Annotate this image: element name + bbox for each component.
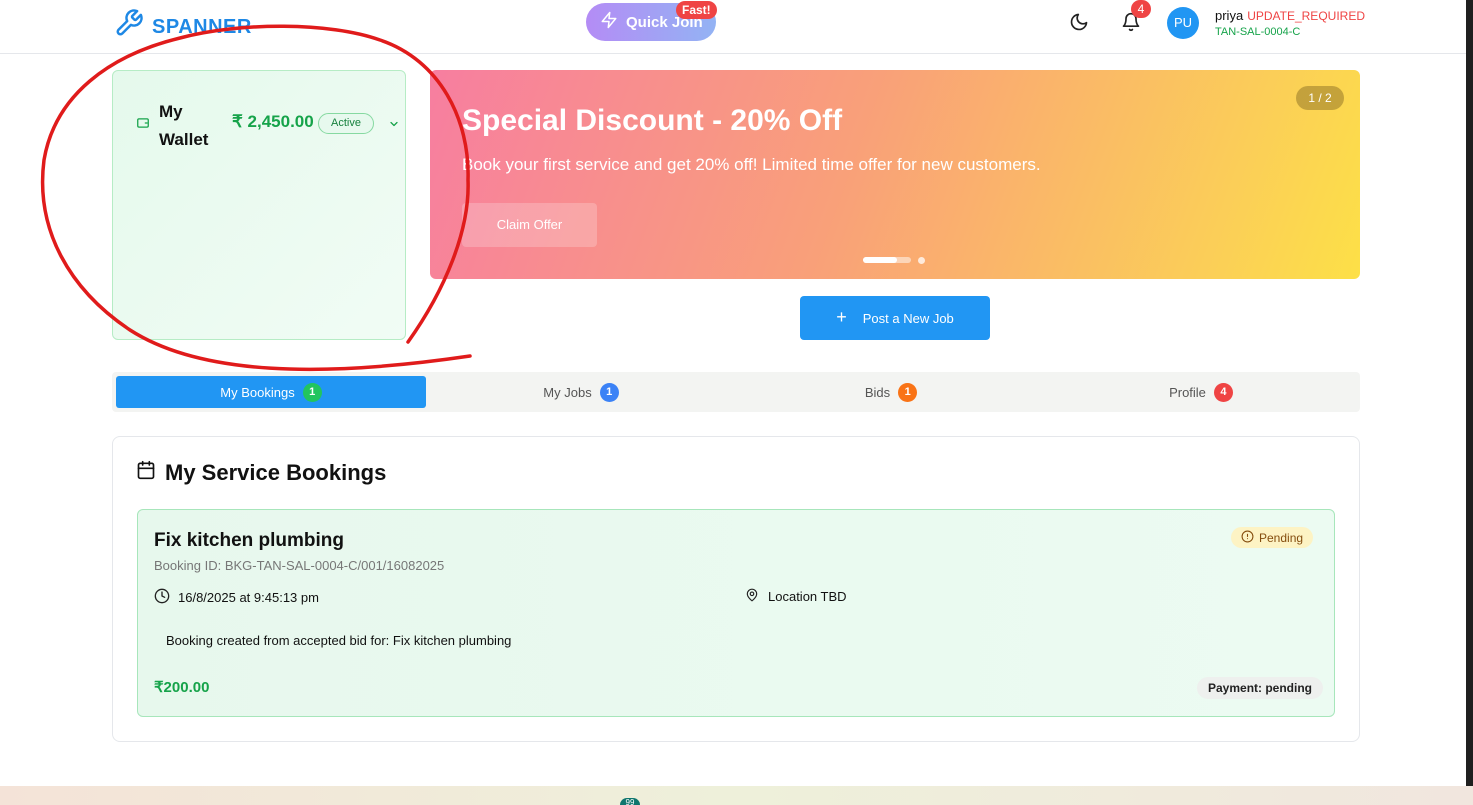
tab-count-badge: 1 — [599, 382, 619, 402]
booking-location-text: Location TBD — [768, 589, 847, 604]
slide-counter: 1 / 2 — [1296, 86, 1344, 110]
section-title-text: My Service Bookings — [165, 460, 387, 485]
tab-profile[interactable]: Profile 4 — [1046, 376, 1356, 408]
calendar-icon — [136, 460, 156, 486]
clock-icon — [154, 588, 170, 607]
fast-badge: Fast! — [676, 1, 717, 19]
booking-title: Fix kitchen plumbing — [154, 530, 345, 551]
taskbar-badge: 99 — [620, 798, 640, 805]
slide-indicator-2[interactable] — [918, 257, 925, 264]
wrench-icon — [114, 8, 144, 43]
booking-price: ₹200.00 — [154, 679, 210, 696]
slide-indicator-1[interactable] — [863, 257, 911, 263]
claim-offer-button[interactable]: Claim Offer — [462, 203, 597, 247]
notification-count-badge: 4 — [1131, 0, 1151, 18]
wallet-icon — [136, 116, 150, 135]
user-status: UPDATE_REQUIRED — [1247, 9, 1365, 23]
wallet-amount: ₹ 2,450.00 — [232, 112, 314, 131]
booking-description: Booking created from accepted bid for: F… — [166, 633, 512, 648]
scrollbar[interactable] — [1466, 0, 1473, 786]
user-code: TAN-SAL-0004-C — [1215, 26, 1301, 38]
user-name-line: priya UPDATE_REQUIRED — [1215, 8, 1365, 23]
tab-label: My Jobs — [543, 384, 592, 400]
os-taskbar — [0, 786, 1473, 805]
logo-text: SPANNER — [152, 16, 252, 38]
tab-count-badge: 1 — [302, 382, 322, 402]
plus-icon: + — [836, 306, 847, 327]
tab-label: My Bookings — [220, 384, 295, 400]
chevron-down-icon[interactable] — [388, 117, 400, 135]
wallet-status-badge: Active — [318, 113, 374, 134]
banner-text: Book your first service and get 20% off!… — [462, 155, 1041, 174]
wallet-card[interactable] — [112, 70, 406, 340]
moon-icon[interactable] — [1069, 12, 1089, 37]
section-title: My Service Bookings — [136, 460, 386, 486]
user-name: priya — [1215, 8, 1244, 23]
banner-title: Special Discount - 20% Off — [462, 104, 843, 137]
tab-label: Profile — [1169, 384, 1206, 400]
logo[interactable]: SPANNER — [114, 8, 252, 43]
booking-id: Booking ID: BKG-TAN-SAL-0004-C/001/16082… — [154, 558, 445, 573]
lightning-icon — [600, 11, 618, 33]
status-badge: Pending — [1231, 527, 1314, 548]
post-new-job-button[interactable]: + Post a New Job — [800, 296, 990, 340]
tab-count-badge: 1 — [898, 382, 918, 402]
booking-datetime-text: 16/8/2025 at 9:45:13 pm — [178, 590, 319, 605]
booking-datetime: 16/8/2025 at 9:45:13 pm — [154, 588, 319, 607]
post-job-label: Post a New Job — [862, 310, 954, 326]
wallet-title: My Wallet — [159, 102, 209, 149]
tab-label: Bids — [864, 384, 891, 400]
promo-banner: Special Discount - 20% Off Book your fir… — [430, 70, 1360, 279]
map-pin-icon — [745, 588, 759, 605]
status-badge-text: Pending — [1259, 530, 1304, 545]
tab-bar: My Bookings 1 My Jobs 1 Bids 1 Profile 4 — [112, 372, 1360, 412]
tab-bids[interactable]: Bids 1 — [736, 376, 1046, 408]
tab-my-bookings[interactable]: My Bookings 1 — [116, 376, 426, 408]
app-page: SPANNER Quick Join Fast! 4 PU priya UPDAT… — [0, 0, 1466, 786]
tab-my-jobs[interactable]: My Jobs 1 — [426, 376, 736, 408]
tab-count-badge: 4 — [1213, 382, 1233, 402]
avatar[interactable]: PU — [1167, 7, 1199, 39]
booking-location: Location TBD — [745, 588, 847, 605]
payment-status-badge: Payment: pending — [1197, 677, 1324, 699]
top-header: SPANNER Quick Join Fast! 4 PU priya UPDAT… — [0, 0, 1466, 54]
alert-circle-icon — [1241, 530, 1254, 546]
